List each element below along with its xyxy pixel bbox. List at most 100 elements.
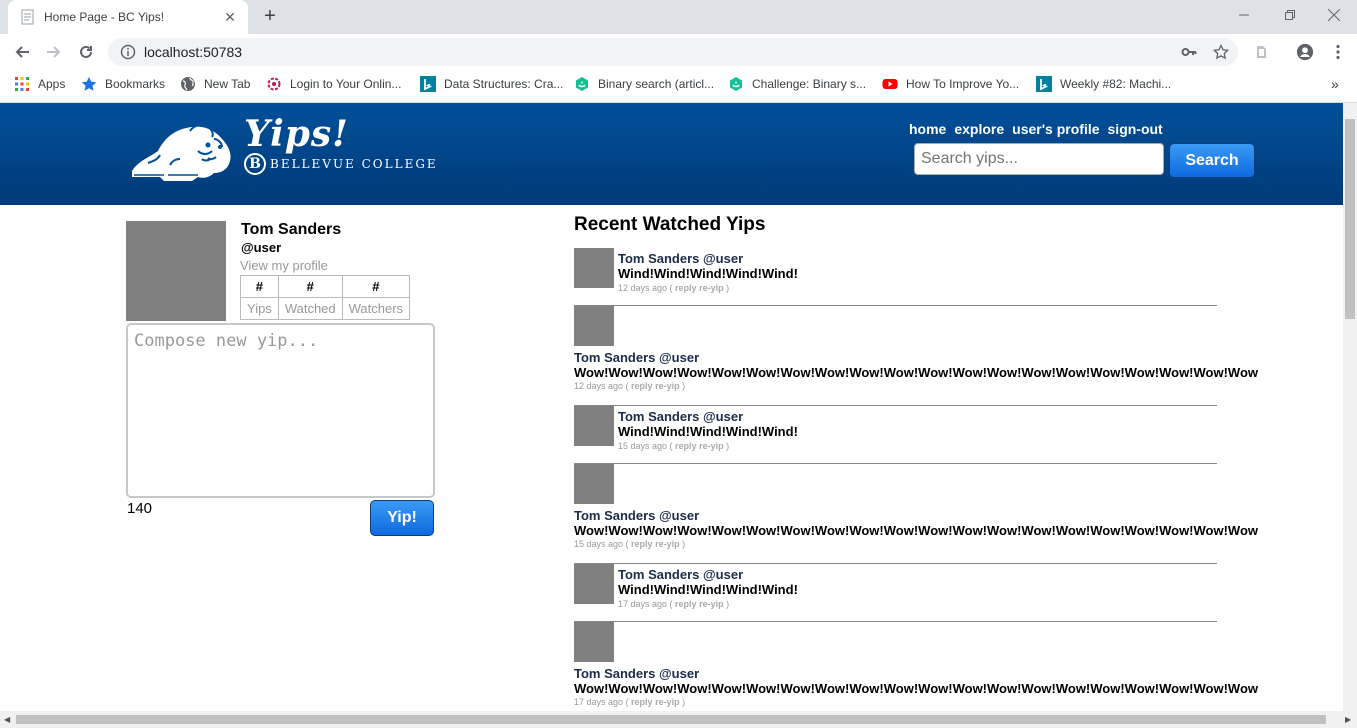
globe-icon [181, 77, 195, 91]
yip-author-avatar[interactable] [574, 564, 614, 604]
yip-author[interactable]: Tom Sanders @user [574, 666, 1258, 681]
yip-author[interactable]: Tom Sanders @user [574, 350, 1258, 365]
college-initial-badge: B [244, 153, 266, 175]
yip-author-avatar[interactable] [574, 406, 614, 446]
nav-users-profile[interactable]: user's profile [1012, 121, 1099, 137]
bookmark-bookmarks[interactable]: Bookmarks [81, 76, 165, 92]
site-logo-text[interactable]: Yips! [244, 113, 349, 155]
bookmark-apps[interactable]: Apps [14, 76, 65, 92]
profile-name: Tom Sanders [241, 221, 342, 238]
search-button[interactable]: Search [1169, 143, 1255, 178]
stat-watched-label[interactable]: Watched [277, 297, 343, 320]
nav-sign-out[interactable]: sign-out [1108, 121, 1163, 137]
stat-yips-value[interactable]: # [240, 275, 279, 298]
bookmark-login[interactable]: Login to Your Onlin... [266, 76, 401, 92]
yip-timestamp: 17 days ago [574, 697, 624, 707]
restore-icon[interactable] [1267, 0, 1313, 30]
address-bar[interactable]: localhost:50783 [108, 38, 1238, 66]
yip-timestamp: 17 days ago [618, 599, 668, 609]
bookmark-data-structures[interactable]: Data Structures: Cra... [420, 76, 563, 92]
yip-meta: 15 days ago ( reply re-yip ) [618, 441, 730, 451]
stat-yips-label[interactable]: Yips [240, 297, 279, 320]
minimize-icon[interactable] [1221, 0, 1267, 30]
bookmark-weekly[interactable]: Weekly #82: Machi... [1036, 76, 1171, 92]
tab-title: Home Page - BC Yips! [44, 10, 165, 24]
yip-author[interactable]: Tom Sanders @user [574, 508, 1258, 523]
yip-author-avatar[interactable] [574, 248, 614, 288]
yip-submit-button[interactable]: Yip! [370, 500, 434, 536]
stat-watched-value[interactable]: # [277, 275, 343, 298]
search-input[interactable] [914, 143, 1164, 175]
star-icon [81, 77, 97, 91]
yip-reyip-link[interactable]: re-yip [655, 697, 680, 707]
reload-icon[interactable] [74, 40, 98, 64]
scroll-right-icon[interactable]: ▶ [1345, 715, 1351, 724]
vertical-scroll-thumb[interactable] [1345, 119, 1355, 319]
key-icon[interactable] [1180, 43, 1198, 61]
yip-reply-link[interactable]: reply [631, 539, 653, 549]
bookmark-new-tab[interactable]: New Tab [180, 76, 250, 92]
yip-reyip-link[interactable]: re-yip [655, 381, 680, 391]
info-icon[interactable] [120, 44, 136, 60]
yip-author[interactable]: Tom Sanders @user [618, 409, 798, 424]
extension-icon[interactable] [1252, 43, 1270, 61]
view-profile-link[interactable]: View my profile [240, 258, 328, 273]
yip-body: Tom Sanders @user Wow!Wow!Wow!Wow!Wow!Wow… [574, 508, 1258, 549]
compose-yip-textarea[interactable] [126, 323, 435, 498]
bookmark-challenge[interactable]: Challenge: Binary s... [728, 76, 866, 92]
college-logo: B BELLEVUE COLLEGE [244, 153, 438, 175]
yip-author-avatar[interactable] [574, 306, 614, 346]
close-tab-icon[interactable]: ✕ [222, 9, 238, 26]
nav-home[interactable]: home [909, 121, 946, 137]
browser-tab[interactable]: Home Page - BC Yips! ✕ [8, 0, 248, 34]
yip-body: Tom Sanders @user Wow!Wow!Wow!Wow!Wow!Wow… [574, 666, 1258, 707]
vertical-scrollbar[interactable] [1343, 103, 1357, 711]
yip-meta: 12 days ago ( reply re-yip ) [574, 381, 686, 391]
site-header: Yips! B BELLEVUE COLLEGE home explore us… [0, 103, 1343, 205]
yip-author[interactable]: Tom Sanders @user [618, 251, 798, 266]
yip-reyip-link[interactable]: re-yip [699, 441, 724, 451]
yip-reyip-link[interactable]: re-yip [655, 539, 680, 549]
yip-timestamp: 15 days ago [574, 539, 624, 549]
yip-reply-link[interactable]: reply [631, 697, 653, 707]
bookmark-binary-search[interactable]: Binary search (articl... [574, 76, 714, 92]
feed-title: Recent Watched Yips [574, 214, 766, 235]
nav-explore[interactable]: explore [954, 121, 1004, 137]
yip-meta: 12 days ago ( reply re-yip ) [618, 283, 730, 293]
horizontal-scrollbar[interactable]: ◀ ▶ [0, 711, 1357, 728]
browser-tabstrip: Home Page - BC Yips! ✕ + [0, 0, 1357, 34]
page-icon [21, 9, 34, 25]
star-bookmark-icon[interactable] [1212, 43, 1230, 61]
youtube-icon [882, 79, 898, 89]
yip-author-avatar[interactable] [574, 622, 614, 662]
yip-author-avatar[interactable] [574, 464, 614, 504]
url-text: localhost:50783 [144, 44, 243, 60]
bulldog-logo-icon[interactable] [128, 117, 240, 181]
new-tab-icon[interactable]: + [258, 6, 282, 28]
yip-reyip-link[interactable]: re-yip [699, 283, 724, 293]
yip-reply-link[interactable]: reply [675, 599, 697, 609]
khan-academy-icon [730, 77, 742, 91]
yip-reply-link[interactable]: reply [675, 441, 697, 451]
top-nav: home explore user's profile sign-out [909, 121, 1163, 137]
stat-watchers-label[interactable]: Watchers [341, 297, 411, 320]
stat-watchers-value[interactable]: # [341, 275, 411, 298]
yip-text: Wow!Wow!Wow!Wow!Wow!Wow!Wow!Wow!Wow!Wow!… [574, 523, 1259, 538]
bookmarks-overflow-icon[interactable]: » [1331, 76, 1339, 92]
menu-kebab-icon[interactable] [1329, 43, 1347, 61]
account-icon[interactable] [1296, 43, 1314, 61]
yip-reyip-link[interactable]: re-yip [699, 599, 724, 609]
close-window-icon[interactable] [1311, 0, 1357, 30]
yip-timestamp: 12 days ago [618, 283, 668, 293]
horizontal-scroll-thumb[interactable] [16, 715, 1326, 724]
yip-author[interactable]: Tom Sanders @user [618, 567, 798, 582]
yip-body: Tom Sanders @user Wind!Wind!Wind!Wind!Win… [618, 409, 798, 451]
bing-icon [420, 76, 436, 92]
scroll-left-icon[interactable]: ◀ [4, 715, 10, 724]
forward-icon[interactable] [42, 40, 66, 64]
yip-reply-link[interactable]: reply [675, 283, 697, 293]
bookmark-how-to-improve[interactable]: How To Improve Yo... [882, 76, 1019, 92]
back-icon[interactable] [10, 40, 34, 64]
profile-avatar[interactable] [126, 221, 226, 321]
yip-reply-link[interactable]: reply [631, 381, 653, 391]
